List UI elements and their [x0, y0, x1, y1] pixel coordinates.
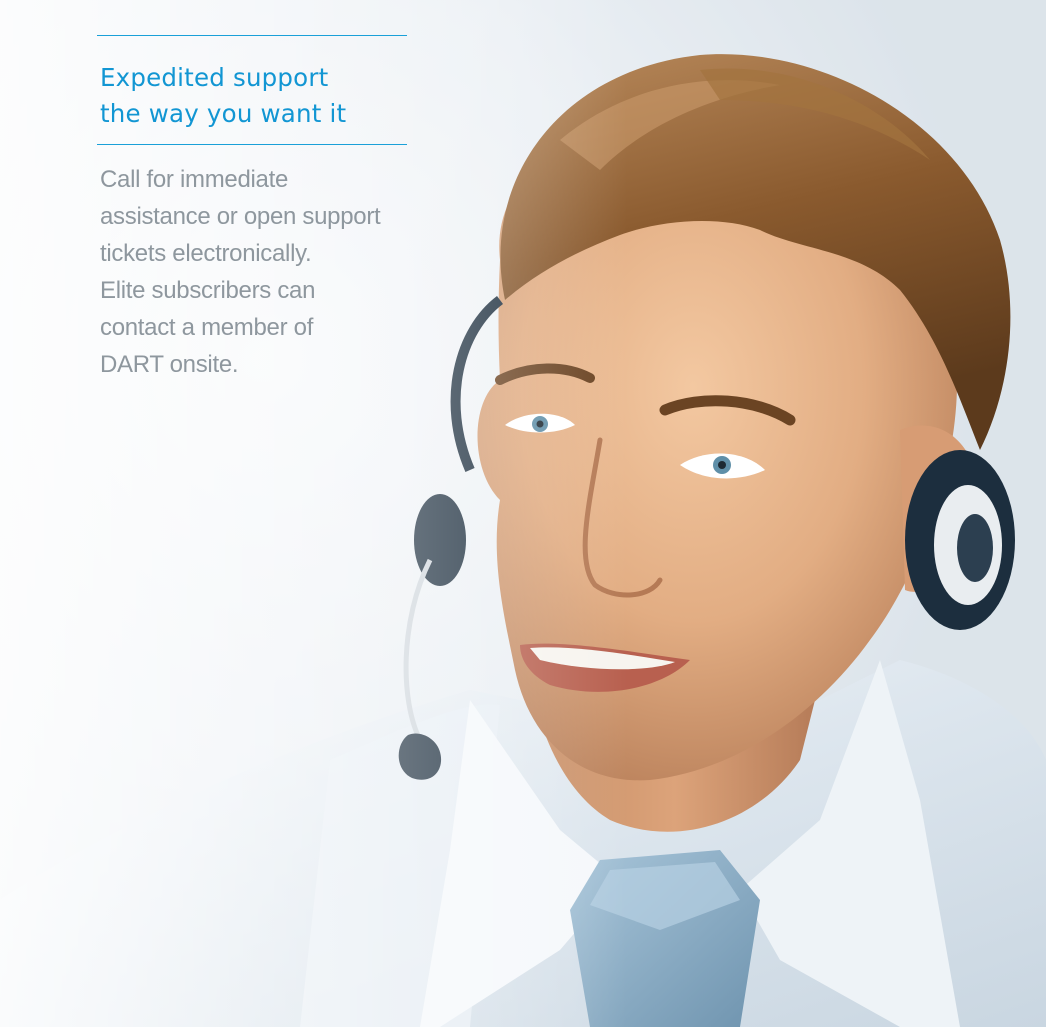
- body-line-5: contact a member of: [100, 314, 314, 341]
- body-line-6: DART onsite.: [100, 351, 239, 378]
- headline: Expedited support the way you want it: [97, 36, 407, 144]
- body-copy: Call for immediate assistance or open su…: [97, 145, 407, 383]
- copy-block: Expedited support the way you want it Ca…: [97, 35, 407, 383]
- body-line-4: Elite subscribers can: [100, 277, 316, 304]
- headline-line-2: the way you want it: [100, 99, 347, 128]
- body-line-2: assistance or open support: [100, 203, 381, 230]
- promo-panel: Expedited support the way you want it Ca…: [0, 0, 1046, 1027]
- headline-line-1: Expedited support: [100, 63, 329, 92]
- body-line-3: tickets electronically.: [100, 240, 312, 267]
- body-line-1: Call for immediate: [100, 166, 288, 193]
